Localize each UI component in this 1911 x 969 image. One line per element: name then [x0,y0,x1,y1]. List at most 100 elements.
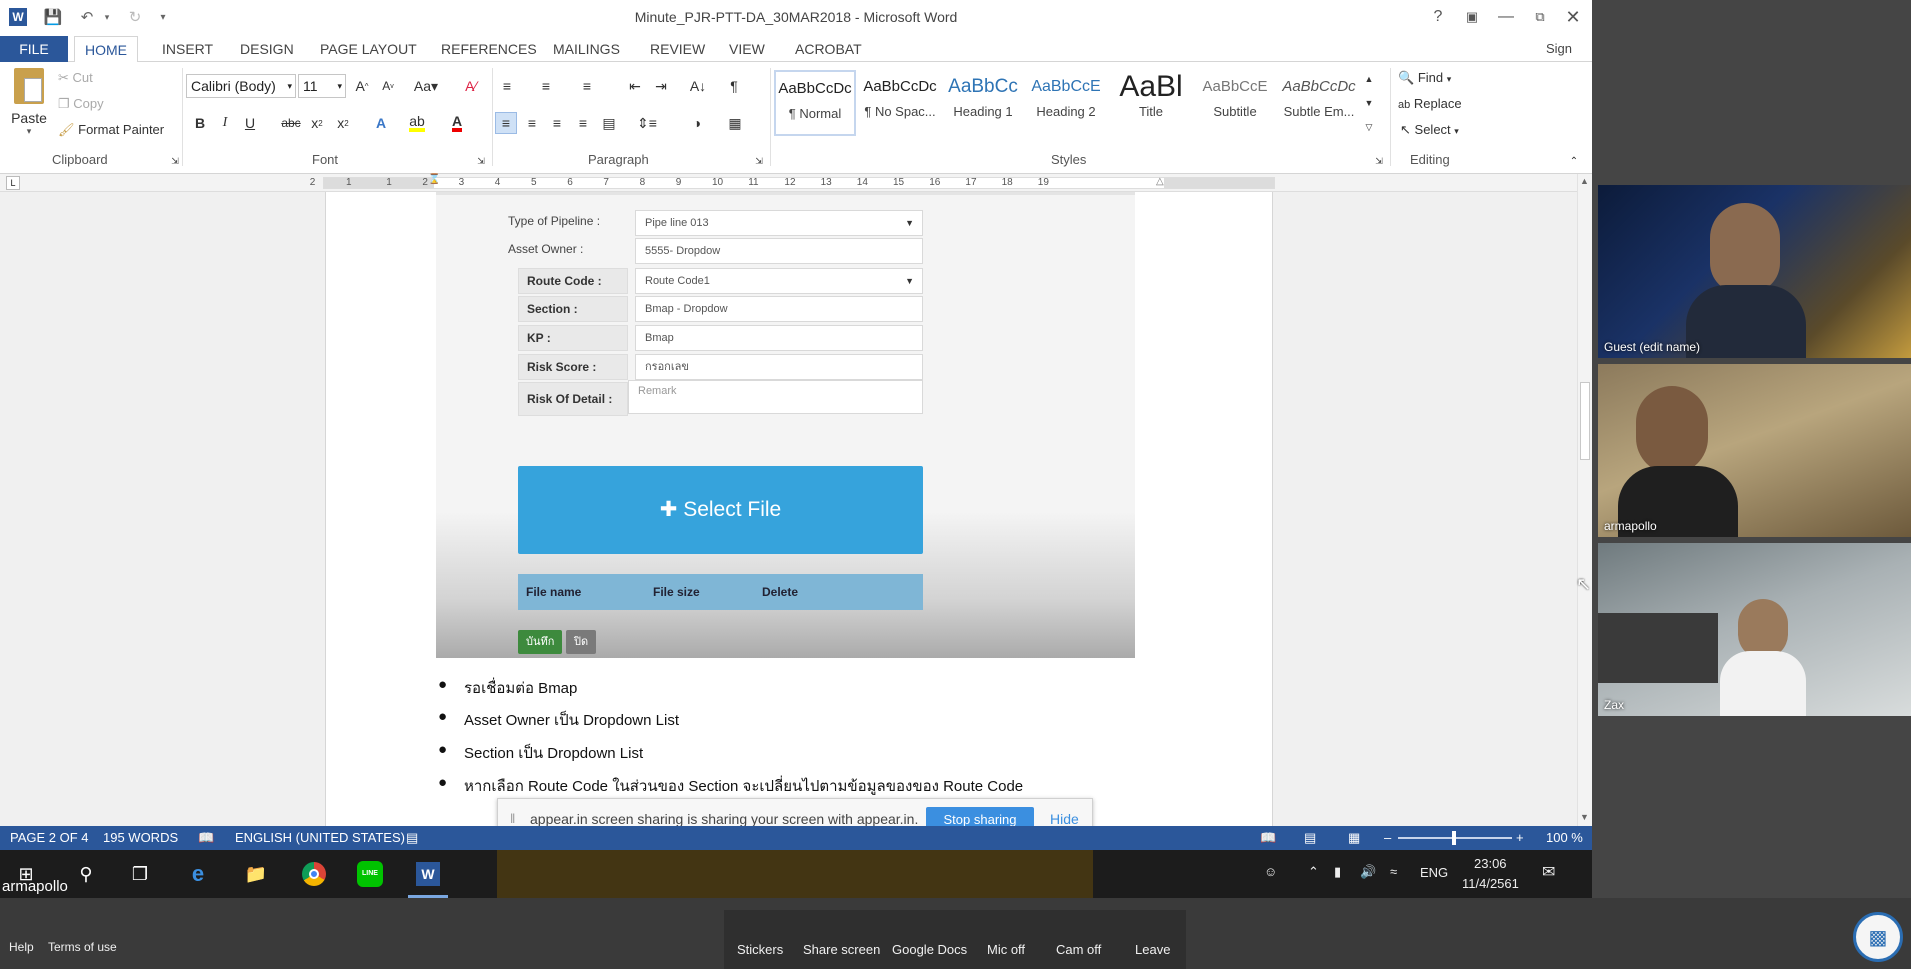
scroll-up-icon[interactable]: ▲ [1580,176,1589,186]
clock-time[interactable]: 23:06 [1474,856,1507,871]
proofing-icon[interactable]: 📖 [198,830,214,846]
hide-button[interactable]: Hide [1050,811,1079,827]
align-left-icon[interactable]: ≡ [495,112,517,134]
justify-icon[interactable]: ≡ [572,112,594,134]
paragraph-launcher-icon[interactable]: ⇲ [748,150,770,172]
help-link[interactable]: Help [9,940,34,954]
task-view-icon[interactable]: ❐ [124,858,156,890]
people-icon[interactable]: ☺ [1264,864,1277,879]
tab-design[interactable]: DESIGN [230,36,304,62]
font-color-icon[interactable]: A [446,112,468,134]
bullets-icon[interactable]: ≡ [496,75,518,97]
decrease-indent-icon[interactable]: ⇤ [624,75,646,97]
style-title[interactable]: AaBl Title [1110,70,1192,136]
numbering-icon[interactable]: ≡ [535,75,557,97]
document-area[interactable]: Type of Pipeline : Pipe line 013 ▼ Asset Ow… [0,192,1577,826]
tab-view[interactable]: VIEW [719,36,775,62]
stickers-button[interactable]: Stickers [737,942,783,957]
style-heading-1[interactable]: AaBbCc Heading 1 [942,70,1024,136]
line-app-icon[interactable]: LINE [354,858,386,890]
styles-scroll-down-icon[interactable]: ▼ [1362,92,1376,114]
clear-formatting-icon[interactable]: A∕ [460,75,482,97]
increase-indent-icon[interactable]: ⇥ [650,75,672,97]
strikethrough-icon[interactable]: abc [280,112,302,134]
clock-date[interactable]: 11/4/2561 [1462,876,1519,891]
superscript-icon[interactable]: x2 [332,112,354,134]
sign-in-link[interactable]: Sign in [1536,36,1592,82]
language-indicator[interactable]: ENG [1420,865,1448,880]
drag-handle-icon[interactable]: ‖ [510,811,515,826]
participant-name[interactable]: Zax [1604,698,1624,712]
style-no-spacing[interactable]: AaBbCcDc ¶ No Spac... [859,70,941,136]
font-size-select[interactable]: 11 ▾ [298,74,346,98]
zoom-level[interactable]: 100 % [1546,830,1583,845]
format-painter-button[interactable]: 🖌 Format Painter [58,122,164,138]
styles-more-icon[interactable]: ▽ [1362,116,1376,138]
participant-video[interactable]: Zax [1598,543,1911,716]
show-formatting-icon[interactable]: ¶ [723,75,745,97]
file-explorer-icon[interactable]: 📁 [240,858,272,890]
document-page[interactable]: Type of Pipeline : Pipe line 013 ▼ Asset Ow… [325,192,1273,826]
select-button[interactable]: ↖ Select ▾ [1400,122,1459,138]
volume-icon[interactable]: 🔊 [1360,864,1376,880]
align-center-icon[interactable]: ≡ [521,112,543,134]
terms-link[interactable]: Terms of use [48,940,117,954]
participant-name[interactable]: Guest (edit name) [1604,340,1700,354]
word-taskbar-icon[interactable]: W [412,858,444,890]
right-indent-marker-icon[interactable]: △ [1156,176,1164,187]
indent-marker-icon[interactable]: ⌛ [428,174,440,185]
scroll-down-icon[interactable]: ▼ [1580,812,1589,822]
copy-button[interactable]: ❐ Copy [58,96,104,112]
tab-page-layout[interactable]: PAGE LAYOUT [310,36,427,62]
grow-font-icon[interactable]: A ^ [351,75,373,97]
multilevel-list-icon[interactable]: ≡ [576,75,598,97]
scroll-thumb[interactable] [1580,382,1590,460]
minimize-icon[interactable]: — [1490,4,1522,30]
leave-button[interactable]: Leave [1135,942,1170,957]
sort-icon[interactable]: A↓ [687,75,709,97]
search-icon[interactable]: ⚲ [70,858,102,890]
shrink-font-icon[interactable]: Av [377,75,399,97]
tab-home[interactable]: HOME [74,36,138,63]
action-center-icon[interactable]: ✉ [1542,862,1555,882]
borders-icon[interactable]: ▦ [724,112,746,134]
zoom-in-icon[interactable]: + [1516,830,1524,845]
column-layout-icon[interactable]: ▤ [598,112,620,134]
print-layout-icon[interactable]: ▤ [1304,830,1316,846]
tray-chevron-icon[interactable]: ⌃ [1308,864,1319,880]
close-icon[interactable]: ✕ [1557,4,1589,30]
participant-video[interactable]: Guest (edit name) [1598,185,1911,358]
tab-selector-icon[interactable]: L [6,176,20,190]
web-layout-icon[interactable]: ▦ [1348,830,1360,846]
tab-acrobat[interactable]: ACROBAT [785,36,872,62]
zoom-thumb[interactable] [1452,831,1456,845]
ribbon-display-icon[interactable]: ▣ [1456,4,1488,30]
underline-icon[interactable]: U [239,112,261,134]
edge-browser-icon[interactable]: e [182,858,214,890]
shading-icon[interactable]: ◑ [686,112,708,134]
highlight-icon[interactable]: ab [406,112,428,134]
font-launcher-icon[interactable]: ⇲ [470,150,492,172]
tab-mailings[interactable]: MAILINGS [543,36,630,62]
page-count[interactable]: PAGE 2 OF 4 [10,830,89,845]
font-name-select[interactable]: Calibri (Body) ▾ [186,74,296,98]
style-subtle-emphasis[interactable]: AaBbCcDc Subtle Em... [1278,70,1360,136]
participant-name[interactable]: armapollo [1604,519,1657,533]
read-mode-icon[interactable]: 📖 [1260,830,1276,846]
collapse-ribbon-icon[interactable]: ⌃ [1563,150,1585,172]
align-right-icon[interactable]: ≡ [546,112,568,134]
zoom-slider[interactable] [1398,831,1512,845]
style-heading-2[interactable]: AaBbCcE Heading 2 [1025,70,1107,136]
tab-references[interactable]: REFERENCES [431,36,547,62]
change-case-icon[interactable]: Aa▾ [411,75,441,97]
battery-icon[interactable]: ▮ [1334,864,1341,880]
chat-button[interactable]: ▩ [1853,912,1903,962]
chrome-icon[interactable] [298,858,330,890]
macro-icon[interactable]: ▤ [406,830,418,846]
replace-button[interactable]: ab Replace [1398,96,1462,111]
paste-button[interactable]: Paste ▾ [8,68,50,148]
help-icon[interactable]: ? [1422,4,1454,30]
participant-video[interactable]: armapollo [1598,364,1911,537]
language[interactable]: ENGLISH (UNITED STATES) [235,830,405,845]
styles-launcher-icon[interactable]: ⇲ [1368,150,1390,172]
